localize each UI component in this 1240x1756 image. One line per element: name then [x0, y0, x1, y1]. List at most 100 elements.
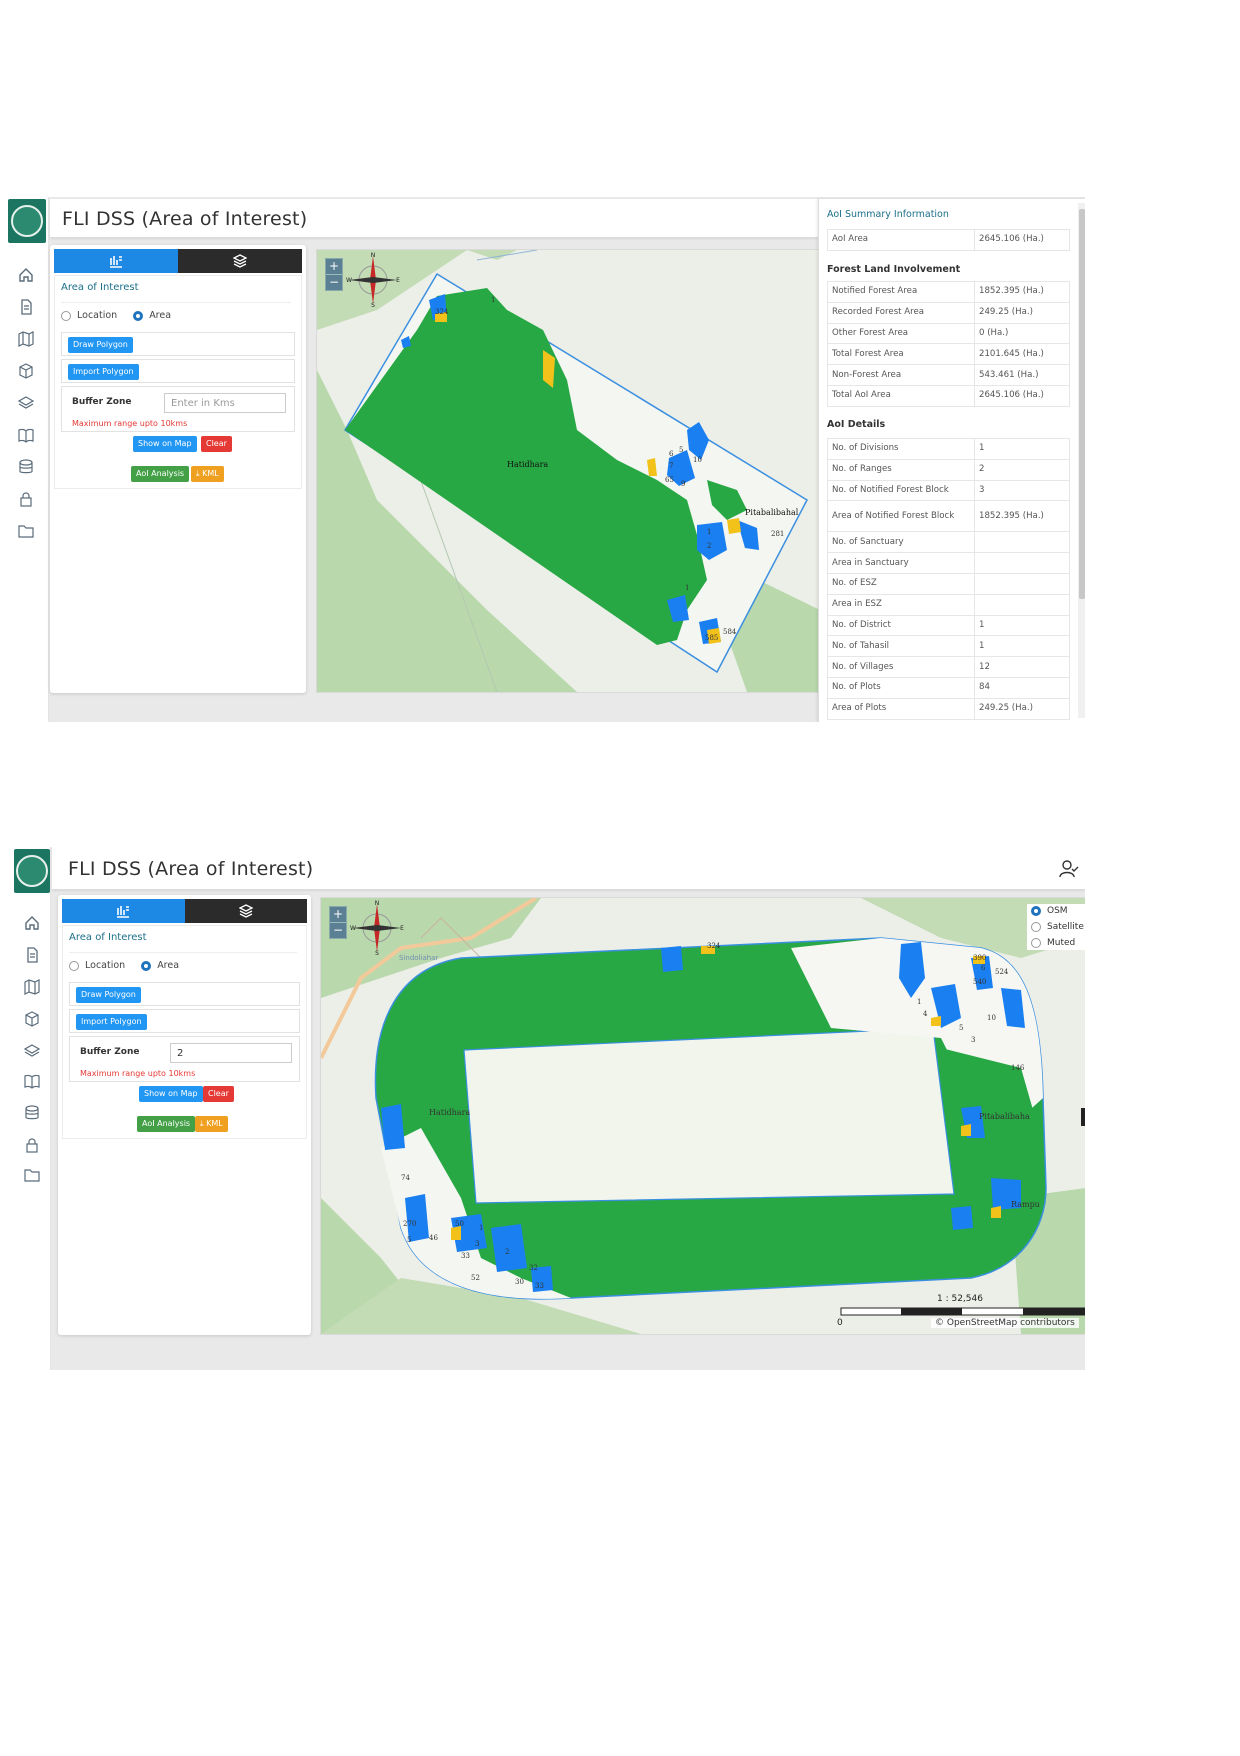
plot-label: 524 [995, 968, 1009, 976]
import-polygon-button[interactable]: Import Polygon [68, 364, 139, 380]
state-seal-icon [16, 855, 48, 887]
details-section-title: AoI Details [827, 419, 886, 430]
buffer-zone-input[interactable]: Enter in Kms [164, 393, 286, 413]
layers-icon[interactable] [24, 1043, 40, 1059]
scrollbar-thumb[interactable] [1079, 209, 1085, 599]
folder-icon[interactable] [24, 1167, 40, 1183]
section-title: Area of Interest [61, 282, 139, 293]
compass-icon: N S W E [346, 252, 400, 308]
aoi-analysis-button[interactable]: AoI Analysis [131, 466, 190, 482]
table-row: No. of Notified Forest Block 3 [827, 479, 1070, 502]
user-check-icon[interactable] [1059, 859, 1079, 879]
database-icon[interactable] [24, 1105, 40, 1121]
aoi-panel: Area of Interest Location Area Draw Poly… [58, 895, 311, 1335]
kml-download-button[interactable]: ⤓ KML [195, 1116, 228, 1132]
tab-analysis[interactable] [62, 899, 185, 923]
summary-scrollbar[interactable] [1078, 203, 1085, 718]
lock-icon[interactable] [24, 1137, 40, 1153]
aoi-analysis-button[interactable]: AoI Analysis [137, 1116, 196, 1132]
layers-icon [238, 904, 253, 918]
document-icon[interactable] [18, 299, 34, 315]
buffer-zone-row: Buffer Zone 2 Maximum range upto 10kms [69, 1036, 300, 1082]
plot-label: 1 [685, 584, 690, 592]
row-value: 1 [974, 614, 1070, 637]
map-view[interactable]: + − N S W E OSM Satellite Muted Sindolia… [320, 897, 1085, 1335]
plot-label: 74 [401, 1174, 410, 1182]
zoom-in-button[interactable]: + [330, 907, 346, 923]
row-value: 543.461 (Ha.) [974, 364, 1070, 386]
import-polygon-button[interactable]: Import Polygon [76, 1014, 147, 1030]
plot-label: 390 [973, 954, 987, 962]
table-row: No. of Ranges 2 [827, 458, 1070, 481]
compass-icon: N S W E [350, 900, 404, 956]
cube-icon[interactable] [18, 363, 34, 379]
row-value: 1 [974, 635, 1070, 658]
aoi-card: Area of Interest Location Area Draw Poly… [62, 925, 307, 1139]
table-row: Total AoI Area 2645.106 (Ha.) [827, 384, 1070, 407]
row-label: Area in ESZ [827, 593, 975, 616]
map-canvas [317, 250, 820, 692]
zoom-out-button[interactable]: − [326, 275, 342, 290]
book-icon[interactable] [24, 1073, 40, 1089]
map-icon[interactable] [24, 979, 40, 995]
radio-location[interactable] [61, 310, 71, 321]
basemap-muted-radio[interactable] [1031, 938, 1041, 948]
database-icon[interactable] [18, 459, 34, 475]
row-value: 1852.395 (Ha.) [974, 500, 1070, 533]
panel-tabs [62, 899, 307, 923]
row-value [974, 572, 1070, 595]
kml-download-button[interactable]: ⤓ KML [191, 466, 224, 482]
zoom-control: + − [325, 258, 343, 291]
tab-layers[interactable] [178, 249, 302, 273]
plot-label: 9 [681, 480, 686, 488]
clear-button[interactable]: Clear [203, 1086, 234, 1102]
tab-analysis[interactable] [54, 249, 178, 273]
svg-text:N: N [371, 252, 376, 259]
radio-location[interactable] [69, 960, 79, 971]
header-bar: FLI DSS (Area of Interest) [50, 199, 820, 238]
radio-area[interactable] [133, 310, 144, 321]
radio-area[interactable] [141, 960, 152, 971]
basemap-osm-radio[interactable] [1031, 906, 1041, 916]
show-on-map-button[interactable]: Show on Map [133, 436, 197, 452]
show-on-map-button[interactable]: Show on Map [139, 1086, 203, 1102]
layers-icon[interactable] [18, 395, 34, 411]
book-icon[interactable] [18, 427, 34, 443]
plot-label: 50 [455, 1220, 464, 1228]
place-label: Pitabalibahal [745, 508, 799, 517]
draw-polygon-button[interactable]: Draw Polygon [76, 987, 141, 1003]
table-row: No. of District 1 [827, 614, 1070, 637]
map-attribution: © OpenStreetMap contributors [931, 1318, 1079, 1328]
side-handle[interactable] [1081, 1108, 1085, 1126]
basemap-satellite-radio[interactable] [1031, 922, 1041, 932]
home-icon[interactable] [24, 915, 40, 931]
table-row: Area of Notified Forest Block 1852.395 (H… [827, 500, 1070, 533]
zoom-in-button[interactable]: + [326, 259, 342, 275]
layers-icon [233, 254, 247, 268]
buffer-zone-input[interactable]: 2 [170, 1043, 292, 1063]
folder-icon[interactable] [18, 523, 34, 539]
forest-table: Notified Forest Area 1852.395 (Ha.) Recor… [827, 281, 1070, 407]
cube-icon[interactable] [24, 1011, 40, 1027]
row-value: 12 [974, 656, 1070, 678]
draw-polygon-button[interactable]: Draw Polygon [68, 337, 133, 353]
document-icon[interactable] [24, 947, 40, 963]
svg-text:W: W [350, 925, 356, 932]
import-polygon-row: Import Polygon [61, 359, 295, 383]
plot-label: 5 [679, 446, 684, 454]
chart-list-icon [110, 256, 122, 268]
lock-icon[interactable] [18, 491, 34, 507]
home-icon[interactable] [18, 267, 34, 283]
radio-area-label: Area [157, 960, 180, 971]
tab-layers[interactable] [184, 899, 307, 923]
basemap-switcher: OSM Satellite Muted [1027, 904, 1085, 950]
clear-button[interactable]: Clear [201, 436, 232, 452]
zoom-out-button[interactable]: − [330, 923, 346, 938]
row-label: No. of Tahasil [827, 635, 975, 658]
map-view[interactable]: + − N S W E Hatidhara Pitabalibahal 324 … [316, 249, 821, 693]
sidebar-rail [12, 847, 51, 1370]
map-icon[interactable] [18, 331, 34, 347]
radio-area-label: Area [149, 310, 172, 321]
row-label: Non-Forest Area [827, 364, 975, 386]
panel-tabs [54, 249, 302, 273]
